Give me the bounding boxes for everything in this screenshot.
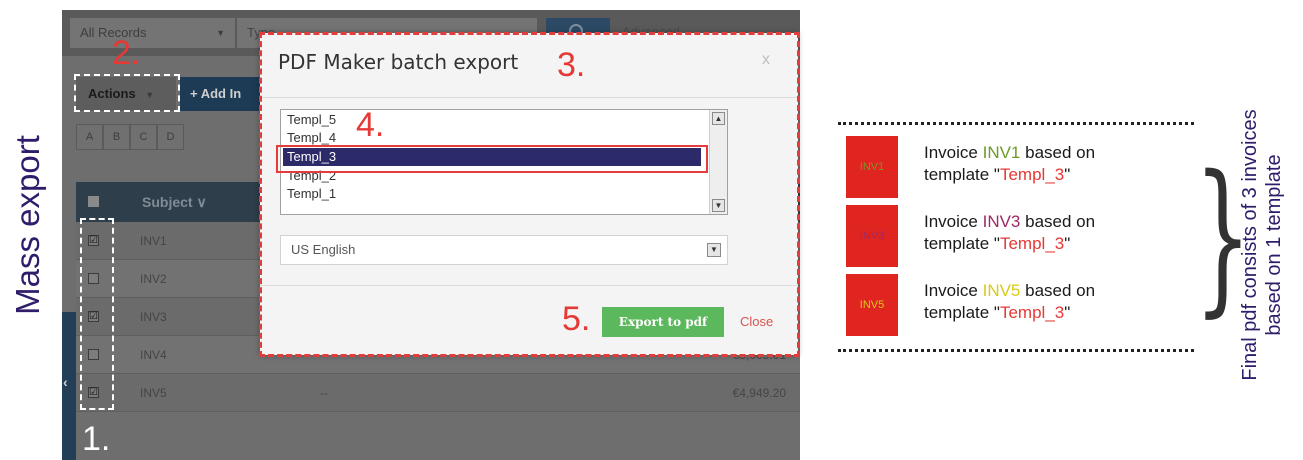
alpha-filter-letter[interactable]: C	[130, 124, 157, 150]
step-1-label: 1.	[82, 420, 111, 458]
template-suffix: "	[1064, 234, 1071, 253]
sidebar-toggle[interactable]: ‹	[62, 312, 76, 460]
step-4-label: 4.	[356, 106, 385, 144]
dotted-frame-top	[838, 122, 1194, 125]
caption-line-1: Final pdf consists of 3 invoices	[1239, 109, 1261, 381]
invoice-item: INV3 Invoice INV3 based on template "Tem…	[846, 205, 1186, 267]
template-name: Templ_3	[999, 303, 1065, 322]
subject-column-header[interactable]: Subject ∨	[142, 194, 207, 211]
invoice-text-suffix: based on	[1020, 212, 1096, 231]
invoice-box: INV5	[846, 274, 898, 336]
template-prefix: template "	[924, 303, 1000, 322]
row-related: --	[320, 386, 328, 400]
checkbox-column-highlight	[80, 218, 114, 410]
invoice-text-prefix: Invoice	[924, 281, 983, 300]
caption-line-2: based on 1 template	[1263, 154, 1285, 336]
alphabet-filter: A B C D	[76, 124, 184, 150]
invoice-text-suffix: based on	[1020, 143, 1096, 162]
actions-highlight	[74, 74, 180, 112]
template-prefix: template "	[924, 234, 1000, 253]
alpha-filter-letter[interactable]: A	[76, 124, 103, 150]
dotted-frame-bottom	[838, 349, 1194, 352]
invoice-name: INV5	[982, 281, 1021, 300]
invoice-description: Invoice INV5 based on template "Templ_3"	[924, 280, 1095, 324]
chevron-down-icon: ▼	[216, 28, 225, 38]
chevron-left-icon: ‹	[63, 374, 68, 390]
dialog-highlight	[259, 32, 800, 357]
row-subject[interactable]: INV5	[140, 386, 167, 400]
row-amount: €4,949.20	[732, 386, 786, 400]
add-invoice-button[interactable]: + Add In	[180, 77, 270, 111]
mass-export-title: Mass export	[2, 110, 54, 340]
invoice-text-prefix: Invoice	[924, 212, 983, 231]
row-subject[interactable]: INV3	[140, 310, 167, 324]
invoice-description: Invoice INV3 based on template "Templ_3"	[924, 211, 1095, 255]
template-name: Templ_3	[999, 234, 1065, 253]
invoice-description: Invoice INV1 based on template "Templ_3"	[924, 142, 1095, 186]
row-subject[interactable]: INV1	[140, 234, 167, 248]
row-subject[interactable]: INV4	[140, 348, 167, 362]
invoice-item: INV1 Invoice INV1 based on template "Tem…	[846, 136, 1186, 198]
select-all-checkbox[interactable]	[88, 196, 99, 207]
result-caption-text: Final pdf consists of 3 invoices based o…	[1238, 109, 1286, 380]
step-2-label: 2.	[112, 34, 141, 72]
row-subject[interactable]: INV2	[140, 272, 167, 286]
search-scope-select[interactable]: All Records ▼	[70, 18, 235, 48]
table-row[interactable]: ☑ INV5 -- €4,949.20	[76, 374, 800, 412]
invoice-box: INV1	[846, 136, 898, 198]
step-3-label: 3.	[557, 46, 586, 84]
invoice-name: INV1	[982, 143, 1021, 162]
invoice-name: INV3	[982, 212, 1021, 231]
invoice-text-prefix: Invoice	[924, 143, 983, 162]
invoice-box: INV3	[846, 205, 898, 267]
template-prefix: template "	[924, 165, 1000, 184]
invoice-text-suffix: based on	[1020, 281, 1096, 300]
step-5-label: 5.	[562, 300, 591, 338]
invoice-item: INV5 Invoice INV5 based on template "Tem…	[846, 274, 1186, 336]
alpha-filter-letter[interactable]: D	[157, 124, 184, 150]
template-name: Templ_3	[999, 165, 1065, 184]
template-suffix: "	[1064, 165, 1071, 184]
mass-export-title-text: Mass export	[9, 135, 46, 315]
result-caption: Final pdf consists of 3 invoices based o…	[1226, 40, 1298, 450]
alpha-filter-letter[interactable]: B	[103, 124, 130, 150]
selected-template-highlight	[276, 145, 708, 173]
template-suffix: "	[1064, 303, 1071, 322]
